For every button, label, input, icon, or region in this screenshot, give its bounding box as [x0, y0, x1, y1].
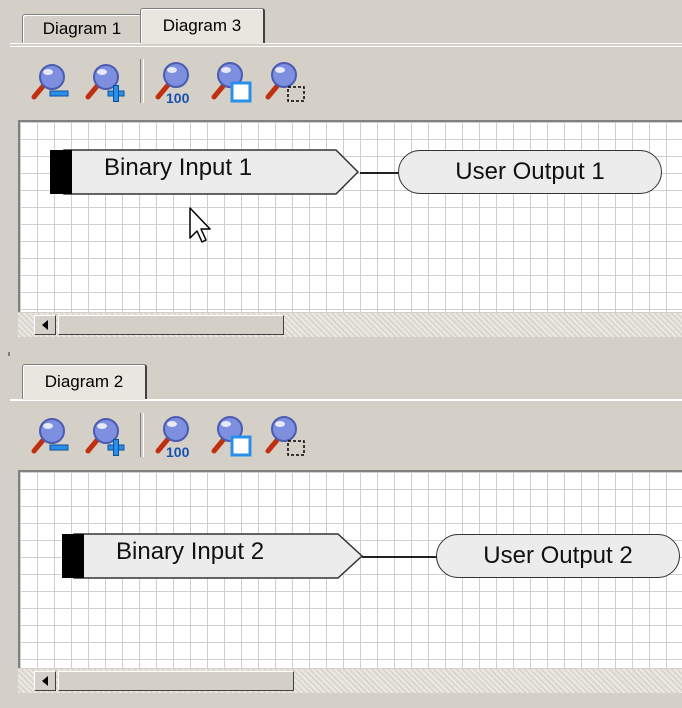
zoom-100-icon: 100: [155, 416, 190, 460]
node-label: User Output 2: [483, 542, 633, 569]
diagram-pane-bottom: Diagram 2 100 Binary Input 2 User Output…: [8, 356, 682, 708]
zoom-100-text: 100: [166, 90, 190, 106]
zoom-100-text: 100: [166, 444, 190, 460]
mouse-cursor-icon: [189, 207, 211, 243]
horizontal-scrollbar-bottom[interactable]: [18, 668, 682, 693]
tab-label: Diagram 3: [162, 16, 242, 35]
scroll-left-button[interactable]: [34, 671, 56, 691]
zoom-selection-button[interactable]: [262, 411, 308, 461]
connection-wire: [362, 556, 446, 558]
zoom-out-button[interactable]: [28, 57, 74, 107]
tab-label: Diagram 2: [44, 372, 124, 391]
binary-input-2-node[interactable]: Binary Input 2: [52, 532, 382, 579]
zoom-100-button[interactable]: 100: [152, 57, 198, 107]
zoom-100-icon: 100: [155, 62, 190, 106]
binary-input-1-node[interactable]: Binary Input 1: [40, 148, 360, 195]
diagram-canvas-bottom[interactable]: Binary Input 2 User Output 2: [18, 470, 682, 668]
zoom-fit-button[interactable]: [208, 57, 254, 107]
zoom-out-icon: [31, 418, 69, 454]
node-label: Binary Input 2: [116, 538, 265, 565]
diagram-pane-top: Diagram 1 Diagram 3 100 Binary Input 1 U…: [8, 0, 682, 352]
user-output-1-node[interactable]: User Output 1: [398, 150, 662, 194]
user-output-2-node[interactable]: User Output 2: [436, 534, 680, 578]
arrow-left-icon: [42, 320, 48, 330]
zoom-100-button[interactable]: 100: [152, 411, 198, 461]
horizontal-scrollbar-top[interactable]: [18, 312, 682, 337]
scroll-thumb[interactable]: [58, 671, 294, 691]
tab-diagram-3[interactable]: Diagram 3: [140, 8, 265, 44]
tab-diagram-2[interactable]: Diagram 2: [22, 364, 147, 400]
zoom-in-button[interactable]: [82, 57, 128, 107]
zoom-in-button[interactable]: [82, 411, 128, 461]
input-marker: [62, 534, 84, 578]
zoom-out-button[interactable]: [28, 411, 74, 461]
node-label: User Output 1: [455, 158, 605, 185]
tabstrip-top: Diagram 1 Diagram 3: [10, 0, 682, 44]
zoom-fit-icon: [211, 62, 252, 103]
scroll-thumb[interactable]: [58, 315, 284, 335]
zoom-fit-button[interactable]: [208, 411, 254, 461]
zoom-fit-icon: [211, 416, 252, 457]
tab-label: Diagram 1: [42, 19, 122, 38]
tabstrip-bottom: Diagram 2: [10, 356, 682, 400]
diagram-canvas-top[interactable]: Binary Input 1 User Output 1: [18, 120, 682, 312]
tab-diagram-1[interactable]: Diagram 1: [22, 14, 142, 43]
zoom-out-icon: [31, 64, 69, 100]
zoom-in-icon: [85, 418, 125, 456]
zoom-in-icon: [85, 64, 125, 102]
zoom-selection-icon: [265, 62, 305, 102]
arrow-left-icon: [42, 676, 48, 686]
scroll-left-button[interactable]: [34, 315, 56, 335]
toolbar-bottom: 100: [10, 400, 682, 469]
input-marker: [50, 150, 72, 194]
node-label: Binary Input 1: [104, 154, 253, 181]
zoom-selection-button[interactable]: [262, 57, 308, 107]
toolbar-top: 100: [10, 46, 682, 115]
zoom-selection-icon: [265, 416, 305, 456]
